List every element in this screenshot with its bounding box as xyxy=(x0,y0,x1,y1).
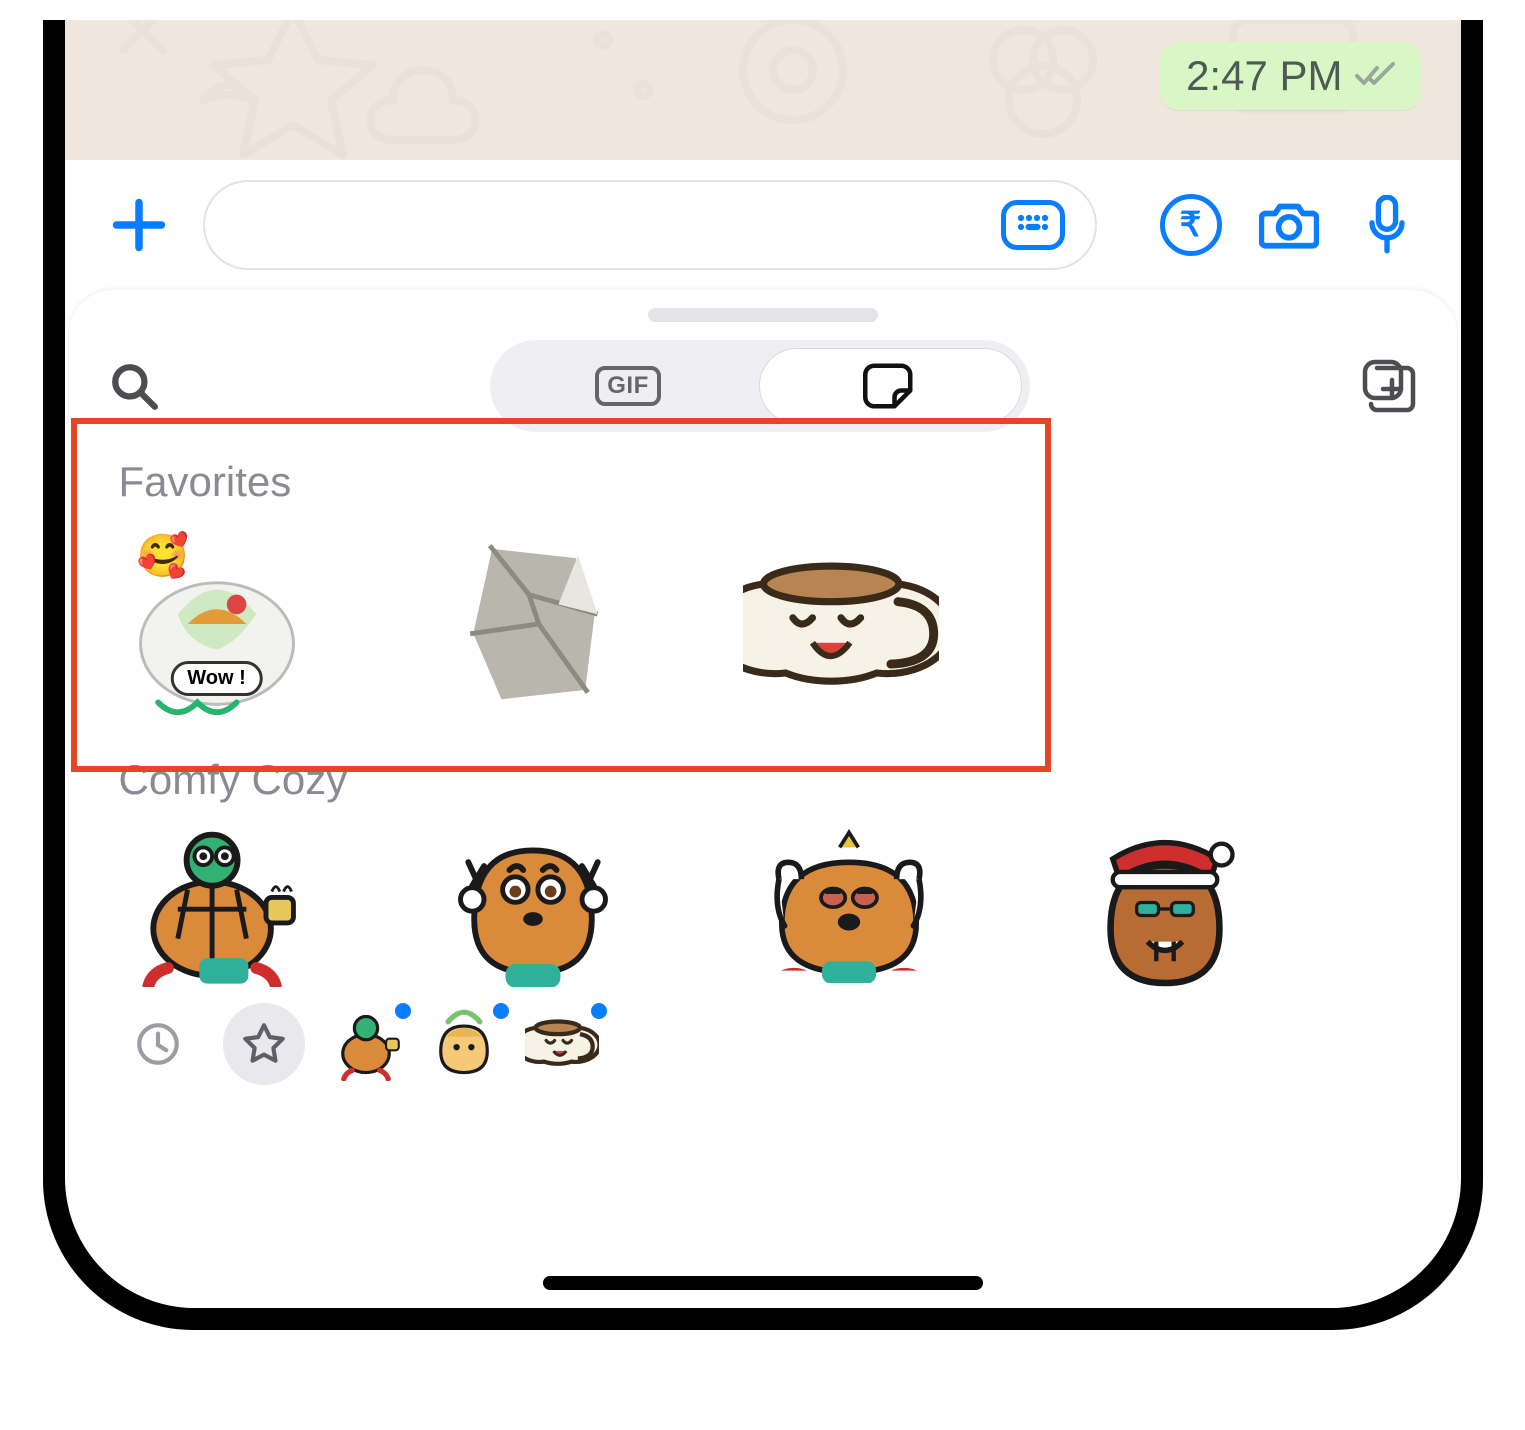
foil-wrap-sticker[interactable] xyxy=(431,526,627,722)
search-icon[interactable] xyxy=(109,361,159,411)
drag-handle[interactable] xyxy=(648,308,878,322)
comfy-cozy-pack[interactable] xyxy=(329,1007,403,1081)
rain-fairy-pack[interactable] xyxy=(427,1007,501,1081)
potato-sleepy-sticker[interactable] xyxy=(751,824,947,984)
tab-sticker[interactable] xyxy=(759,348,1022,424)
gif-label: GIF xyxy=(595,366,661,406)
turtle-tea-sticker[interactable] xyxy=(119,824,315,984)
new-pack-dot-icon xyxy=(493,1003,509,1019)
favorites-icon[interactable] xyxy=(223,1003,305,1085)
coffee-cup-smile-sticker[interactable] xyxy=(743,526,939,722)
sticker-panel: GIF F xyxy=(69,290,1457,1308)
new-pack-dot-icon xyxy=(395,1003,411,1019)
message-time: 2:47 PM xyxy=(1186,52,1342,100)
potato-peace-sticker[interactable] xyxy=(435,824,631,984)
phone-screen: 2:47 PM xyxy=(65,20,1461,1308)
delivered-checkmarks-icon xyxy=(1355,62,1395,90)
chat-background: 2:47 PM xyxy=(65,20,1461,160)
potato-santa-sticker[interactable] xyxy=(1067,824,1263,984)
sticker-keyboard-icon[interactable] xyxy=(1001,200,1065,250)
recent-icon[interactable] xyxy=(117,1003,199,1085)
section-favorites: Favorites 🥰 Wow ! xyxy=(69,432,1457,722)
heart-face-emoji-icon: 🥰 xyxy=(137,532,189,581)
rupee-symbol: ₹ xyxy=(1180,205,1202,245)
home-indicator[interactable] xyxy=(543,1276,983,1290)
sticker-tab-icon xyxy=(863,359,917,413)
sticker-pack-strip xyxy=(69,984,1457,1104)
message-input[interactable] xyxy=(203,180,1097,270)
add-sticker-pack-icon[interactable] xyxy=(1361,358,1417,414)
food-wow-sticker[interactable]: 🥰 Wow ! xyxy=(119,526,315,722)
payment-icon[interactable]: ₹ xyxy=(1157,191,1225,259)
sticker-caption: Wow ! xyxy=(170,661,263,696)
gif-sticker-segmented-control: GIF xyxy=(490,340,1030,432)
comfy-cozy-title: Comfy Cozy xyxy=(119,756,1407,804)
phone-frame: 2:47 PM xyxy=(43,20,1483,1330)
favorites-title: Favorites xyxy=(119,458,1407,506)
message-bubble-outgoing[interactable]: 2:47 PM xyxy=(1160,42,1420,110)
mic-icon[interactable] xyxy=(1353,191,1421,259)
camera-icon[interactable] xyxy=(1255,191,1323,259)
chat-input-bar: ₹ xyxy=(65,160,1461,290)
new-pack-dot-icon xyxy=(591,1003,607,1019)
section-comfy-cozy: Comfy Cozy xyxy=(69,722,1457,984)
plus-icon[interactable] xyxy=(105,191,173,259)
tab-gif[interactable]: GIF xyxy=(498,348,759,424)
coffee-pack[interactable] xyxy=(525,1007,599,1081)
